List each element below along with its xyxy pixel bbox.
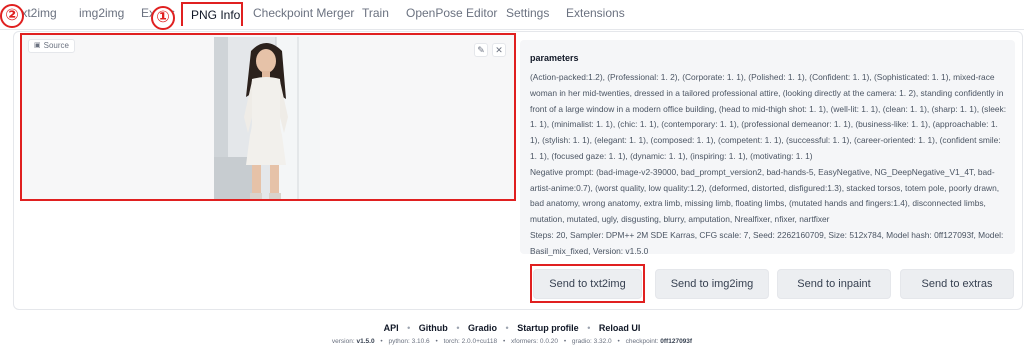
footer-link-startup-profile[interactable]: Startup profile <box>517 323 579 333</box>
negative-prompt-text: Negative prompt: (bad-image-v2-39000, ba… <box>530 166 1000 225</box>
source-label-text: Source <box>43 41 69 50</box>
tab-train[interactable]: Train <box>362 6 389 20</box>
footer-separator: • <box>617 338 620 345</box>
checkpoint-value: 0ff127093f <box>660 338 693 345</box>
parameters-heading: parameters <box>530 53 579 63</box>
tab-checkpoint-merger[interactable]: Checkpoint Merger <box>253 6 354 20</box>
footer-separator: • <box>435 338 438 345</box>
source-image-dropzone[interactable]: ▣ Source ✎ ✕ <box>20 33 516 201</box>
pencil-icon[interactable]: ✎ <box>474 43 488 57</box>
send-to-img2img-button[interactable]: Send to img2img <box>655 269 769 299</box>
tab-png-info[interactable]: PNG Info <box>181 2 243 26</box>
generation-info-output: parameters (Action-packed:1.2), (Profess… <box>520 40 1015 256</box>
woman-photo-illustration <box>214 37 320 199</box>
python-version: python: 3.10.6 <box>388 338 430 345</box>
footer-separator: • <box>502 338 506 345</box>
source-label: ▣ Source <box>28 39 75 53</box>
annotation-marker-1: ① <box>151 6 175 30</box>
annotation-marker-2-label: ② <box>5 7 19 24</box>
annotation-marker-1-label: ① <box>156 9 170 26</box>
footer-link-reload-ui[interactable]: Reload UI <box>599 323 641 333</box>
checkpoint-label: checkpoint: <box>625 338 659 345</box>
version-info: version: v1.5.0 • python: 3.10.6 • torch… <box>0 338 1024 345</box>
tab-openpose-editor[interactable]: OpenPose Editor <box>406 6 497 20</box>
tab-img2img[interactable]: img2img <box>79 6 124 20</box>
footer-separator: • <box>407 323 411 333</box>
version-value: v1.5.0 <box>356 338 375 345</box>
footer-link-api[interactable]: API <box>384 323 399 333</box>
generation-settings-text: Steps: 20, Sampler: DPM++ 2M SDE Karras,… <box>530 229 1004 256</box>
version-label: version: <box>331 338 355 345</box>
footer-link-github[interactable]: Github <box>419 323 448 333</box>
positive-prompt-text: (Action-packed:1.2), (Professional: 1. 2… <box>530 72 1007 161</box>
footer-links: API • Github • Gradio • Startup profile … <box>0 323 1024 333</box>
footer-separator: • <box>587 323 591 333</box>
parameters-text: (Action-packed:1.2), (Professional: 1. 2… <box>530 70 1008 260</box>
send-to-txt2img-button[interactable]: Send to txt2img <box>533 269 642 299</box>
torch-version: torch: 2.0.0+cu118 <box>443 338 498 345</box>
image-icon: ▣ <box>34 42 41 49</box>
tab-png-info-label: PNG Info <box>191 8 241 22</box>
source-image <box>214 37 320 199</box>
footer-link-gradio[interactable]: Gradio <box>468 323 497 333</box>
gradio-version: gradio: 3.32.0 <box>571 338 612 345</box>
footer-separator: • <box>505 323 509 333</box>
close-icon[interactable]: ✕ <box>492 43 506 57</box>
xformers-version: xformers: 0.0.20 <box>511 338 558 345</box>
send-to-inpaint-button[interactable]: Send to inpaint <box>777 269 891 299</box>
footer-separator: • <box>380 338 383 345</box>
send-to-extras-button[interactable]: Send to extras <box>900 269 1014 299</box>
tab-settings[interactable]: Settings <box>506 6 549 20</box>
tab-extensions[interactable]: Extensions <box>566 6 625 20</box>
annotation-marker-2: ② <box>0 4 24 28</box>
footer-separator: • <box>563 338 567 345</box>
footer-separator: • <box>456 323 460 333</box>
